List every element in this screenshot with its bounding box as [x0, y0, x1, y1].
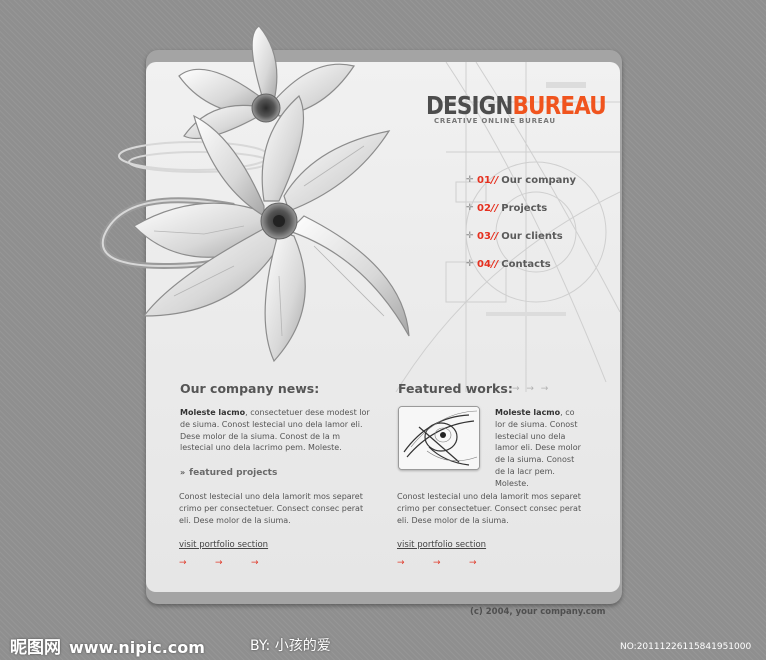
nav-item-separator: //	[490, 202, 499, 214]
nav-item-separator: //	[490, 258, 499, 270]
arrow-right-icon[interactable]: →	[469, 558, 479, 568]
watermark-site-text: www.nipic.com	[69, 638, 205, 657]
news-lead-paragraph: Moleste lacmo, consectetuer dese modest …	[180, 407, 372, 454]
works-lead-bold: Moleste lacmo	[495, 408, 561, 417]
logo[interactable]: DESIGNBUREAU CREATIVE ONLINE BUREAU	[426, 91, 607, 132]
works-title-arrows: → → →	[512, 384, 551, 394]
arrow-right-icon[interactable]: →	[179, 558, 189, 568]
sketch-image	[399, 407, 479, 469]
nav-item-projects[interactable]: ✛ 02// Projects	[466, 194, 576, 222]
works-lead-text: , co lor de siuma. Conost lestecial uno …	[495, 408, 581, 488]
copyright-text: (c) 2004, your company.com	[470, 607, 606, 617]
double-chevron-right-icon: »	[180, 468, 186, 477]
flower-illustration	[99, 25, 410, 363]
arrow-right-icon[interactable]: →	[215, 558, 225, 568]
news-arrow-row: → → →	[179, 558, 261, 568]
works-title: Featured works:	[398, 381, 513, 396]
plus-icon: ✛	[466, 203, 474, 213]
logo-tagline: CREATIVE ONLINE BUREAU	[434, 117, 556, 125]
nav-item-label: Projects	[501, 202, 548, 214]
nav-item-our-clients[interactable]: ✛ 03// Our clients	[466, 222, 576, 250]
nav-item-label: Our company	[501, 174, 577, 186]
nav-item-number: 02	[477, 202, 491, 214]
works-lead-paragraph: Moleste lacmo, co lor de siuma. Conost l…	[495, 407, 585, 490]
featured-work-thumbnail[interactable]	[398, 406, 480, 470]
works-visit-portfolio-link[interactable]: visit portfolio section	[397, 540, 486, 550]
featured-projects-link[interactable]: » featured projects	[180, 468, 277, 478]
news-lead-bold: Moleste lacmo	[180, 408, 246, 417]
nav-item-separator: //	[490, 174, 499, 186]
logo-design-text: DESIGN	[426, 91, 513, 120]
watermark-cn-text: 昵图网	[10, 638, 61, 658]
nav-item-separator: //	[490, 230, 499, 242]
news-visit-portfolio-link[interactable]: visit portfolio section	[179, 540, 268, 550]
watermark-author: BY: 小孩的爱	[250, 638, 331, 654]
nav-item-number: 04	[477, 258, 491, 270]
featured-projects-label: featured projects	[189, 468, 278, 478]
main-navigation: ✛ 01// Our company ✛ 02// Projects ✛ 03/…	[466, 166, 576, 278]
arrow-right-icon[interactable]: →	[433, 558, 443, 568]
nav-item-number: 03	[477, 230, 491, 242]
nav-item-number: 01	[477, 174, 491, 186]
arrow-right-icon[interactable]: →	[251, 558, 261, 568]
nav-item-contacts[interactable]: ✛ 04// Contacts	[466, 250, 576, 278]
plus-icon: ✛	[466, 231, 474, 241]
works-arrow-row: → → →	[397, 558, 479, 568]
nav-item-our-company[interactable]: ✛ 01// Our company	[466, 166, 576, 194]
logo-bureau-text: BUREAU	[512, 91, 607, 120]
watermark-id: NO:20111226115841951000	[620, 642, 752, 652]
news-body-paragraph: Conost lestecial uno dela lamorit mos se…	[179, 492, 364, 525]
watermark-left: 昵图网 www.nipic.com	[10, 633, 205, 658]
arrow-right-icon[interactable]: →	[397, 558, 407, 568]
logo-wordmark: DESIGNBUREAU	[426, 91, 607, 120]
nav-item-label: Contacts	[501, 258, 551, 270]
plus-icon: ✛	[466, 175, 474, 185]
works-body-paragraph: Conost lestecial uno dela lamorit mos se…	[397, 492, 582, 525]
nav-item-label: Our clients	[501, 230, 563, 242]
plus-icon: ✛	[466, 259, 474, 269]
news-title: Our company news:	[180, 381, 320, 396]
